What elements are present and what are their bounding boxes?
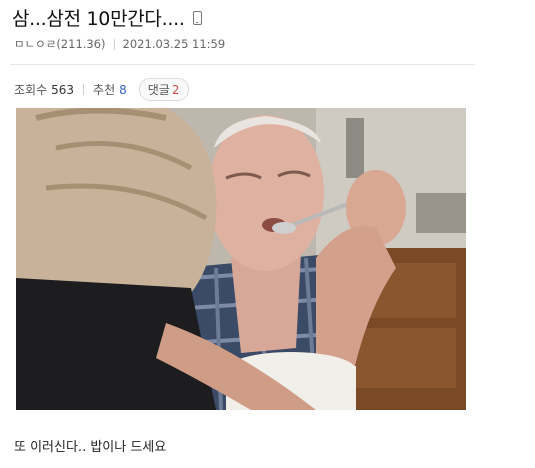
- view-count-label: 조회수: [14, 83, 48, 97]
- comment-count: 2: [171, 82, 180, 97]
- meta-divider: [113, 38, 115, 50]
- post-image-illustration: [16, 108, 466, 410]
- recommend-value: 8: [119, 82, 127, 97]
- author[interactable]: ㅁㄴㅇㄹ(211.36): [14, 36, 106, 52]
- header-divider: [10, 64, 475, 65]
- recommend-label: 추천: [93, 83, 116, 97]
- post-datetime: 2021.03.25 11:59: [122, 37, 226, 51]
- post-meta: ㅁㄴㅇㄹ(211.36) 2021.03.25 11:59: [14, 36, 225, 52]
- post-body-text: 또 이러신다.. 밥이나 드세요: [14, 440, 167, 455]
- post-title: 삼...삼전 10만간다....: [12, 8, 185, 30]
- comment-button[interactable]: 댓글 2: [138, 78, 189, 101]
- mobile-icon: [192, 10, 202, 25]
- view-count: 조회수 563: [14, 81, 74, 98]
- post-image: [16, 108, 466, 410]
- recommend-count: 추천 8: [93, 81, 127, 98]
- view-count-value: 563: [51, 82, 75, 97]
- post-title-row: 삼...삼전 10만간다....: [12, 4, 202, 31]
- comment-label: 댓글: [147, 83, 170, 97]
- post-stats: 조회수 563 추천 8 댓글 2: [14, 78, 189, 101]
- stat-divider: [83, 84, 85, 95]
